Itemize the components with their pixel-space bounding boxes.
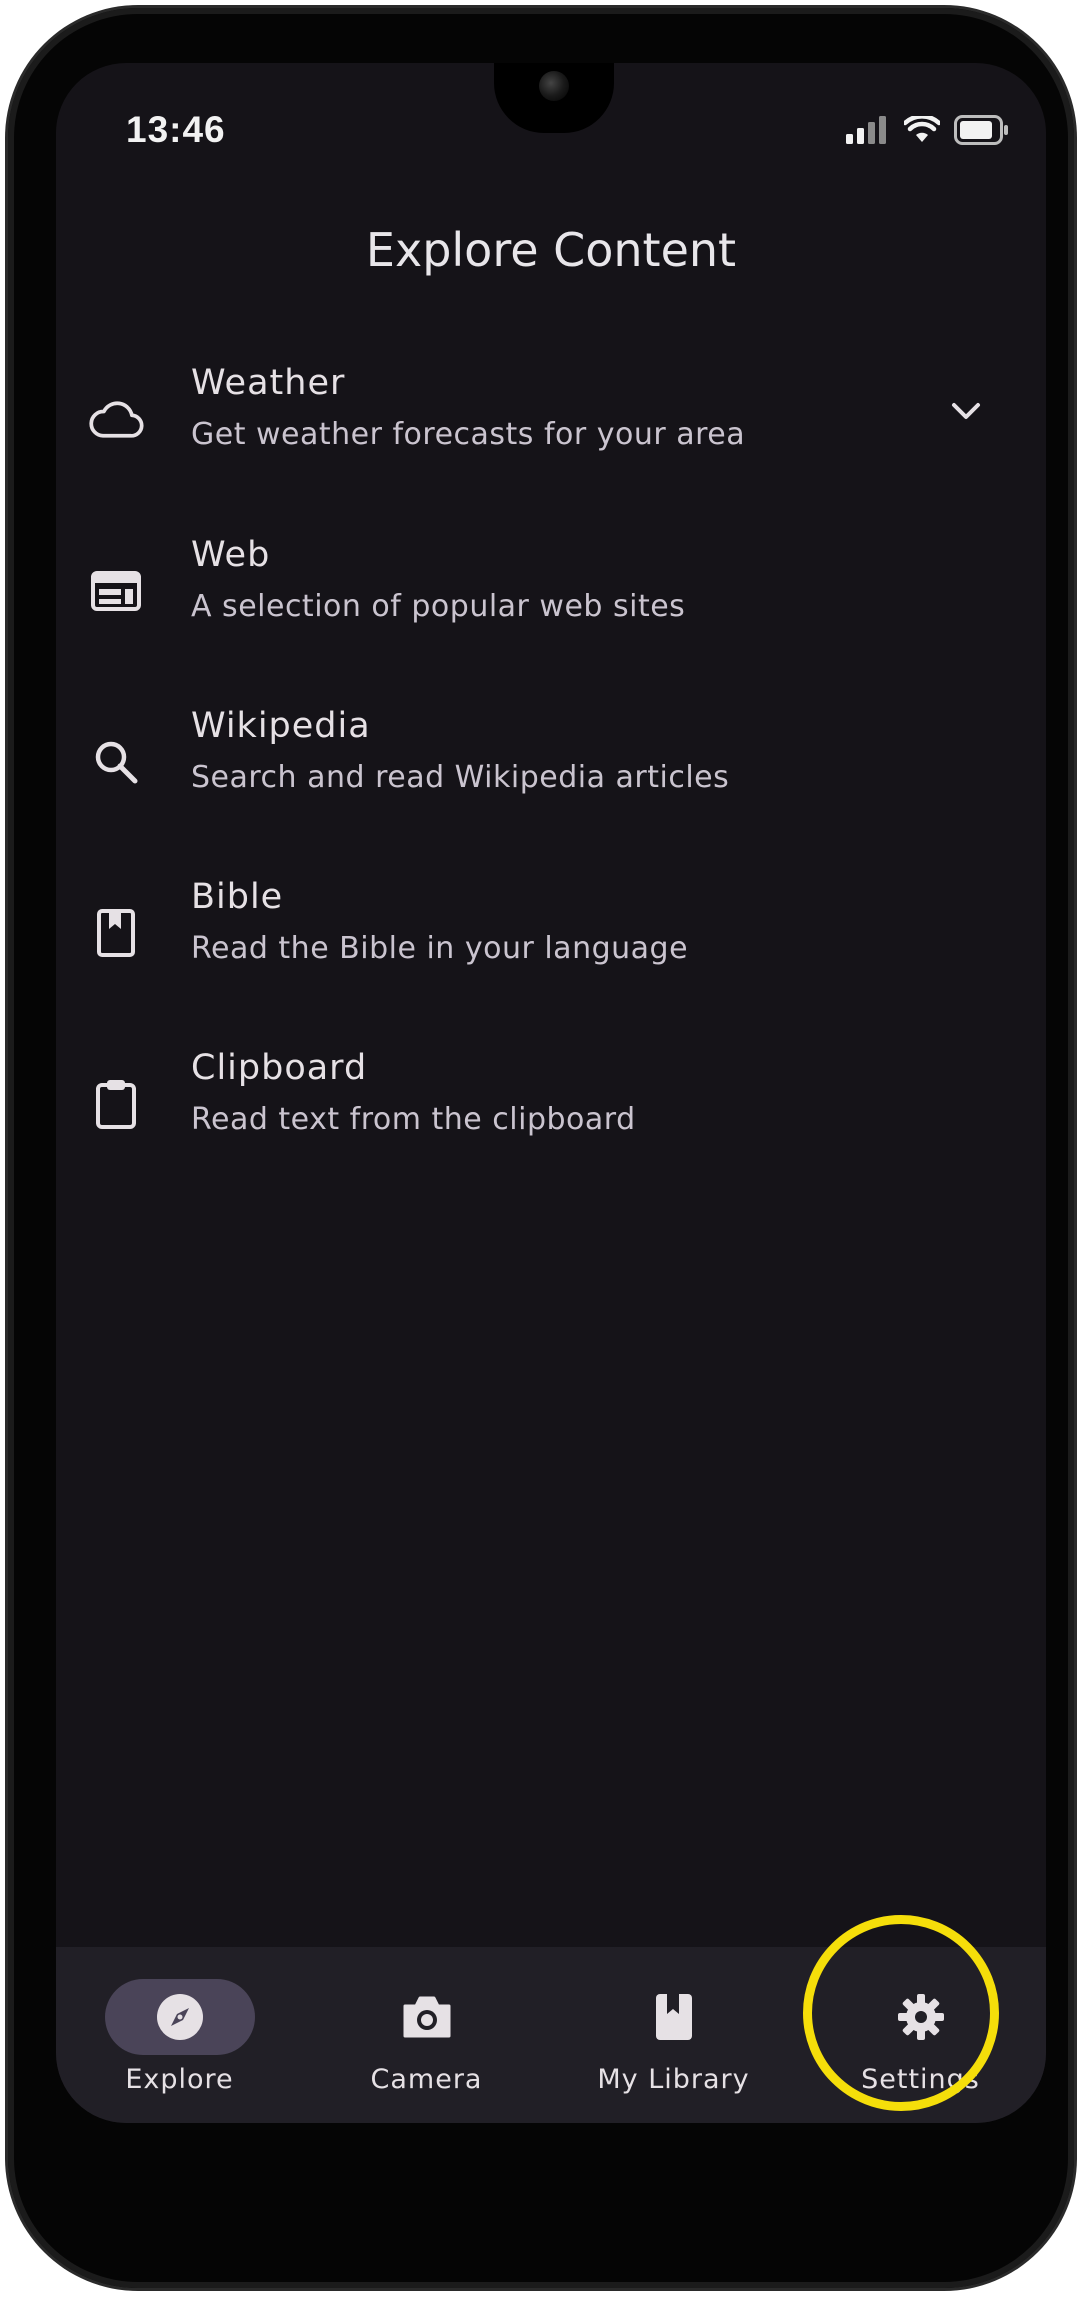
list-item-subtitle: Search and read Wikipedia articles [191, 760, 730, 795]
list-item-subtitle: Get weather forecasts for your area [191, 417, 746, 452]
wifi-icon [904, 116, 940, 142]
list-item-bible[interactable]: Bible Read the Bible in your language [56, 877, 1046, 1027]
cloud-icon [88, 391, 144, 447]
nav-label: My Library [597, 2064, 750, 2095]
list-item-web[interactable]: Web A selection of popular web sites [56, 535, 1046, 685]
nav-icon-container [352, 1979, 502, 2055]
nav-icon-container [599, 1979, 749, 2055]
list-item-title: Bible [191, 877, 284, 917]
list-item-title: Clipboard [191, 1048, 368, 1088]
list-item-weather[interactable]: Weather Get weather forecasts for your a… [56, 363, 1046, 513]
list-item-title: Web [191, 535, 271, 575]
nav-settings[interactable]: Settings [797, 1947, 1044, 2123]
app-screen: 13:46 Explore Content Weather Get weathe… [56, 63, 1046, 2123]
camera-icon [403, 1996, 450, 2038]
gear-icon [897, 1994, 944, 2040]
list-item-subtitle: Read text from the clipboard [191, 1102, 636, 1137]
nav-active-indicator [104, 1979, 255, 2055]
list-item-subtitle: Read the Bible in your language [191, 931, 689, 966]
status-icons [846, 115, 1010, 145]
web-icon [88, 563, 144, 619]
list-item-wikipedia[interactable]: Wikipedia Search and read Wikipedia arti… [56, 706, 1046, 856]
nav-icon-container [846, 1979, 996, 2055]
status-time: 13:46 [126, 109, 226, 150]
search-icon [88, 734, 144, 790]
compass-icon [156, 1994, 203, 2040]
nav-label: Camera [370, 2064, 483, 2095]
list-item-subtitle: A selection of popular web sites [191, 589, 686, 624]
list-item-title: Wikipedia [191, 706, 371, 746]
nav-explore[interactable]: Explore [56, 1947, 303, 2123]
nav-my-library[interactable]: My Library [550, 1947, 797, 2123]
nav-label: Settings [861, 2064, 980, 2095]
signal-icon [846, 116, 886, 144]
clipboard-icon [88, 1076, 144, 1132]
nav-label: Explore [125, 2064, 234, 2095]
list-item-title: Weather [191, 363, 346, 403]
bottom-navigation: Explore Camera My Library Settings [56, 1947, 1046, 2123]
battery-icon [954, 115, 1008, 145]
page-title: Explore Content [365, 223, 737, 277]
nav-camera[interactable]: Camera [303, 1947, 550, 2123]
phone-frame: 13:46 Explore Content Weather Get weathe… [8, 8, 1074, 2288]
library-book-icon [655, 1994, 692, 2040]
front-camera [539, 71, 569, 101]
camera-notch [494, 63, 614, 133]
chevron-down-icon[interactable] [944, 389, 988, 433]
list-item-clipboard[interactable]: Clipboard Read text from the clipboard [56, 1048, 1046, 1198]
book-icon [88, 905, 144, 961]
